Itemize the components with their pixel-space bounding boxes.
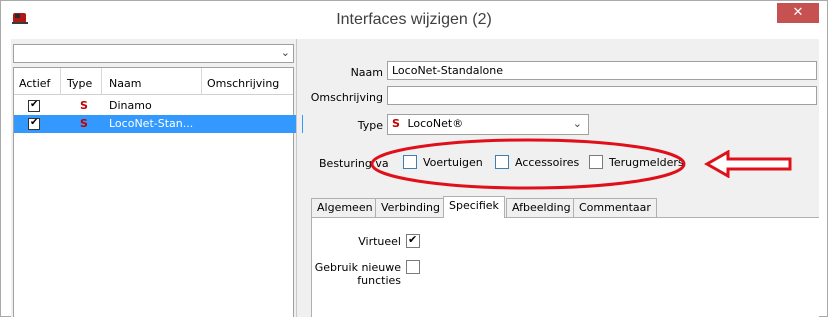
window-title: Interfaces wijzigen (2): [336, 11, 492, 28]
type-icon: S: [80, 117, 88, 130]
column-header-actief[interactable]: Actief: [19, 77, 50, 90]
title-bar: Interfaces wijzigen (2) ✕: [1, 1, 827, 37]
gebruik-nieuwe-functies-label: Gebruik nieuwe functies: [314, 261, 401, 287]
tab-afbeelding[interactable]: Afbeelding: [506, 198, 577, 217]
checkmark-icon: ✔: [408, 233, 418, 246]
annotation-ellipse: [370, 138, 686, 190]
tab-commentaar[interactable]: Commentaar: [573, 198, 657, 217]
virtueel-label: Virtueel: [358, 235, 401, 248]
dialog-window: Interfaces wijzigen (2) ✕ ⌄ Actief Type …: [0, 0, 828, 317]
column-divider[interactable]: [201, 68, 202, 95]
naam-label: Naam: [350, 66, 383, 79]
tab-verbinding[interactable]: Verbinding: [375, 198, 446, 217]
type-select[interactable]: S LocoNet® ⌄: [387, 114, 589, 135]
table-row-selected[interactable]: S LocoNet-Stan...: [14, 115, 303, 133]
naam-input[interactable]: LocoNet-Standalone: [387, 61, 817, 80]
tab-algemeen[interactable]: Algemeen: [311, 198, 379, 217]
panel-splitter[interactable]: [296, 39, 302, 317]
interface-list-panel: ⌄ Actief Type Naam Omschrijving S Dinamo: [11, 39, 303, 317]
row-name: LocoNet-Stan...: [109, 117, 194, 130]
table-row[interactable]: S Dinamo: [14, 97, 293, 115]
column-header-omschrijving[interactable]: Omschrijving: [207, 77, 279, 90]
virtueel-checkbox[interactable]: ✔: [406, 233, 420, 248]
omschrijving-input[interactable]: [387, 86, 817, 105]
tab-panel-specifiek: Virtueel ✔ Gebruik nieuwe functies: [311, 217, 819, 317]
column-divider[interactable]: [101, 68, 102, 95]
chevron-down-icon: ⌄: [280, 46, 290, 59]
column-divider[interactable]: [60, 68, 61, 95]
type-prefix-icon: S: [392, 117, 400, 130]
tab-specifiek[interactable]: Specifiek: [443, 196, 505, 218]
type-icon: S: [80, 99, 88, 112]
filter-combo[interactable]: ⌄: [13, 44, 294, 63]
column-header-type[interactable]: Type: [67, 77, 92, 90]
column-header-naam[interactable]: Naam: [109, 77, 141, 90]
interface-table: Actief Type Naam Omschrijving S Dinamo: [13, 67, 303, 317]
annotation-arrow-icon: [704, 150, 792, 178]
row-name: Dinamo: [109, 99, 152, 112]
type-label: Type: [357, 119, 383, 132]
close-button[interactable]: ✕: [777, 3, 819, 23]
chevron-down-icon: ⌄: [572, 117, 582, 130]
omschrijving-label: Omschrijving: [310, 91, 383, 104]
active-checkbox[interactable]: [28, 117, 40, 130]
table-header: Actief Type Naam Omschrijving: [14, 68, 293, 95]
gebruik-nieuwe-functies-checkbox[interactable]: [406, 260, 420, 274]
type-select-value: LocoNet®: [407, 117, 464, 130]
active-checkbox[interactable]: [28, 99, 40, 112]
